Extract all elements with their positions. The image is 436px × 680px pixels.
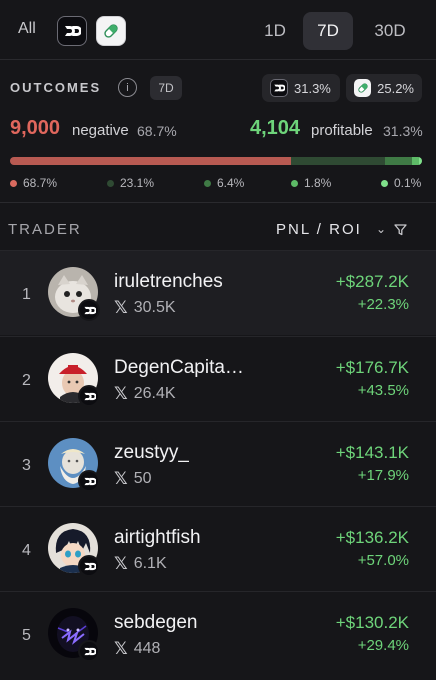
trader-row[interactable]: 1 iruletrenches 𝕏 30.5K +$287.2K +22.3% [0, 250, 436, 335]
platform-share-chip-dark: 31.3% [262, 74, 340, 102]
platform-badge-icon [78, 299, 100, 321]
platform-share-chip-pill: 25.2% [346, 74, 422, 102]
negative-label: negative [72, 122, 129, 139]
info-icon[interactable]: i [118, 78, 137, 97]
follower-count: 50 [133, 470, 152, 487]
trader-rank: 2 [22, 372, 31, 389]
outcome-distribution-bar [10, 157, 422, 165]
trader-row[interactable]: 2 DegenCapita… 𝕏 26.4K +$176.7K +43.5% [0, 336, 436, 421]
distribution-segment [411, 157, 419, 165]
platform-share-value: 31.3% [294, 80, 331, 96]
trader-x-followers[interactable]: 𝕏 448 [114, 639, 160, 659]
trader-avatar-wrap[interactable] [48, 438, 100, 492]
distribution-segment [419, 157, 422, 165]
platform-badge-icon [78, 640, 100, 662]
filter-all-button[interactable]: All [18, 20, 36, 38]
trader-x-followers[interactable]: 𝕏 6.1K [114, 554, 167, 574]
trader-roi: +57.0% [357, 552, 409, 569]
legend-label: 1.8% [304, 176, 332, 190]
trader-rank: 4 [22, 542, 31, 559]
follower-count: 30.5K [133, 299, 176, 316]
trader-pnl: +$287.2K [335, 272, 409, 291]
legend-dot [10, 179, 17, 187]
column-header-trader: TRADER [8, 221, 82, 238]
legend-item: 68.7% [10, 176, 57, 190]
negative-count: 9,000 [10, 117, 61, 139]
trader-roi: +43.5% [357, 382, 409, 399]
trader-avatar-wrap[interactable] [48, 523, 100, 577]
trader-row[interactable]: 5 sebdegen 𝕏 448 +$130.2K +29.4% [0, 591, 436, 676]
legend-item: 6.4% [204, 176, 244, 190]
platform-share-value: 25.2% [377, 80, 414, 96]
outcomes-title: OUTCOMES [10, 80, 102, 95]
trader-name[interactable]: zeustyy_ [114, 442, 189, 464]
platform-badge-icon [78, 385, 100, 407]
distribution-segment [385, 157, 412, 165]
trader-x-followers[interactable]: 𝕏 30.5K [114, 298, 176, 318]
profitable-label: profitable [311, 122, 373, 139]
trader-rank: 1 [22, 286, 31, 303]
app-filter-dark-logo-icon[interactable] [57, 16, 87, 46]
trader-row[interactable]: 4 airtightfish 𝕏 6.1K +$136.2K +57.0% [0, 506, 436, 591]
legend-label: 0.1% [394, 176, 422, 190]
x-logo-icon: 𝕏 [114, 554, 128, 573]
trader-x-followers[interactable]: 𝕏 26.4K [114, 384, 176, 404]
legend-dot [381, 179, 388, 187]
legend-item: 1.8% [291, 176, 331, 190]
trader-rank: 3 [22, 457, 31, 474]
legend-label: 68.7% [23, 176, 58, 190]
trader-avatar-wrap[interactable] [48, 353, 100, 407]
profitable-count: 4,104 [250, 117, 301, 139]
profitable-percent: 31.3% [383, 123, 423, 139]
legend-dot [204, 179, 211, 187]
period-tab-7d[interactable]: 7D [303, 12, 353, 50]
negative-percent: 68.7% [137, 123, 177, 139]
dark-logo-icon [270, 79, 288, 97]
follower-count: 448 [133, 640, 161, 657]
trader-pnl: +$143.1K [335, 443, 409, 462]
trader-pnl: +$130.2K [335, 613, 409, 632]
section-divider [0, 202, 436, 203]
trader-pnl: +$176.7K [335, 358, 409, 377]
pill-logo-icon [354, 79, 372, 97]
follower-count: 6.1K [133, 555, 167, 572]
x-logo-icon: 𝕏 [114, 298, 128, 317]
trader-name[interactable]: iruletrenches [114, 271, 223, 293]
trader-name[interactable]: DegenCapita… [114, 357, 244, 379]
trader-name[interactable]: airtightfish [114, 527, 201, 549]
platform-badge-icon [78, 555, 100, 577]
period-tab-30d[interactable]: 30D [360, 12, 420, 50]
trader-name[interactable]: sebdegen [114, 612, 197, 634]
legend-dot [107, 179, 114, 187]
chevron-down-icon[interactable]: ⌄ [376, 222, 386, 236]
trader-avatar-wrap[interactable] [48, 267, 100, 321]
trader-roi: +29.4% [357, 637, 409, 654]
trader-rank: 5 [22, 627, 31, 644]
x-logo-icon: 𝕏 [114, 469, 128, 488]
filter-bar: All 1D 7D 30D [0, 0, 436, 60]
app-filter-pill-logo-icon[interactable] [96, 16, 126, 46]
distribution-segment [10, 157, 291, 165]
filter-icon[interactable] [394, 223, 407, 241]
distribution-segment [290, 157, 386, 165]
legend-item: 0.1% [381, 176, 421, 190]
trader-roi: +22.3% [357, 296, 409, 313]
legend-label: 6.4% [217, 176, 245, 190]
trader-pnl: +$136.2K [335, 528, 409, 547]
outcomes-period-badge: 7D [150, 76, 182, 100]
trader-x-followers[interactable]: 𝕏 50 [114, 469, 152, 489]
legend-label: 23.1% [120, 176, 155, 190]
x-logo-icon: 𝕏 [114, 384, 128, 403]
trader-row[interactable]: 3 zeustyy_ 𝕏 50 +$143.1K +17.9% [0, 421, 436, 506]
x-logo-icon: 𝕏 [114, 639, 128, 658]
platform-badge-icon [78, 470, 100, 492]
trader-avatar-wrap[interactable] [48, 608, 100, 662]
period-tab-1d[interactable]: 1D [250, 12, 300, 50]
legend-dot [291, 179, 298, 187]
column-header-pnl-roi[interactable]: PNL / ROI [276, 221, 362, 238]
trader-roi: +17.9% [357, 467, 409, 484]
follower-count: 26.4K [133, 385, 176, 402]
legend-item: 23.1% [107, 176, 154, 190]
